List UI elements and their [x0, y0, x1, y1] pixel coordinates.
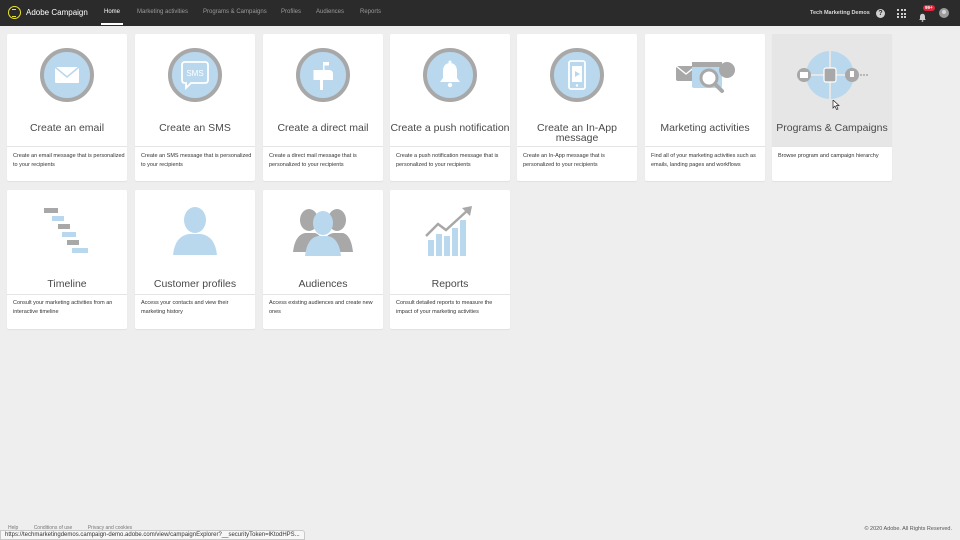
- notification-count-badge: 99+: [923, 5, 935, 11]
- card-title: Marketing activities: [660, 122, 750, 134]
- card-title: Create an In-App message: [517, 123, 637, 144]
- card-title: Create a push notification: [390, 122, 510, 134]
- card-create-push-notification[interactable]: Create a push notification Create a push…: [390, 34, 510, 181]
- card-customer-profiles[interactable]: Customer profiles Access your contacts a…: [135, 190, 255, 329]
- card-title: Create a direct mail: [277, 122, 369, 134]
- sms-icon-label: SMS: [186, 69, 203, 78]
- card-create-email[interactable]: Create an email Create an email message …: [7, 34, 127, 181]
- card-title-line-2: message: [555, 132, 599, 144]
- card-divider: [7, 294, 127, 295]
- card-divider: [263, 294, 383, 295]
- card-divider: [517, 146, 637, 147]
- card-title: Create an email: [29, 122, 105, 134]
- nav-audiences[interactable]: Audiences: [316, 9, 344, 15]
- card-description: Create a push notification message that …: [396, 153, 499, 168]
- card-divider: [135, 294, 255, 295]
- card-divider: [645, 146, 765, 147]
- card-title: Reports: [431, 278, 469, 290]
- organization-name[interactable]: Tech Marketing Demos: [810, 10, 870, 16]
- nav-profiles[interactable]: Profiles: [281, 9, 301, 15]
- user-avatar[interactable]: [939, 8, 949, 18]
- card-divider: [7, 146, 127, 147]
- card-create-in-app-message[interactable]: Create an In-App message Create an In-Ap…: [517, 34, 637, 181]
- browser-status-url: https://techmarketingdemos.campaign-demo…: [0, 530, 305, 540]
- help-icon[interactable]: ?: [876, 9, 885, 18]
- app-switcher-icon[interactable]: [897, 9, 906, 18]
- mouse-cursor-icon: [832, 100, 840, 110]
- card-divider: [772, 146, 892, 147]
- card-description: Create an email message that is personal…: [13, 153, 125, 168]
- card-description: Create a direct mail message that is per…: [269, 153, 357, 168]
- adobe-campaign-logo-icon[interactable]: [8, 6, 21, 19]
- card-create-direct-mail[interactable]: Create a direct mail Create a direct mai…: [263, 34, 383, 181]
- nav-programs-campaigns[interactable]: Programs & Campaigns: [203, 9, 267, 15]
- card-description: Access existing audiences and create new…: [269, 300, 373, 315]
- nav-marketing-activities[interactable]: Marketing activities: [137, 9, 188, 15]
- card-title: Create an SMS: [159, 122, 231, 134]
- card-audiences[interactable]: Audiences Access existing audiences and …: [263, 190, 383, 329]
- card-marketing-activities[interactable]: Marketing activities Find all of your ma…: [645, 34, 765, 181]
- card-reports[interactable]: Reports Consult detailed reports to meas…: [390, 190, 510, 329]
- card-description: Access your contacts and view their mark…: [141, 300, 229, 315]
- card-create-sms[interactable]: SMS Create an SMS Create an SMS message …: [135, 34, 255, 181]
- card-description: Consult detailed reports to measure the …: [396, 300, 493, 315]
- active-nav-indicator: [101, 23, 123, 25]
- card-divider: [263, 146, 383, 147]
- card-title: Timeline: [47, 278, 87, 290]
- card-description: Consult your marketing activities from a…: [13, 300, 113, 315]
- card-description: Browse program and campaign hierarchy: [778, 153, 879, 159]
- top-bar: Adobe Campaign Home Marketing activities…: [0, 0, 960, 26]
- card-title: Audiences: [298, 278, 348, 290]
- nav-reports[interactable]: Reports: [360, 9, 381, 15]
- card-description: Create an SMS message that is personaliz…: [141, 153, 252, 168]
- card-description: Find all of your marketing activities su…: [651, 153, 756, 168]
- card-description: Create an In-App message that is persona…: [523, 153, 605, 168]
- copyright-text: © 2020 Adobe. All Rights Reserved.: [864, 526, 952, 532]
- nav-home[interactable]: Home: [104, 9, 120, 15]
- card-timeline[interactable]: Timeline Consult your marketing activiti…: [7, 190, 127, 329]
- card-title: Customer profiles: [153, 278, 237, 290]
- card-title: Programs & Campaigns: [776, 122, 888, 134]
- card-divider: [390, 146, 510, 147]
- card-divider: [135, 146, 255, 147]
- card-divider: [390, 294, 510, 295]
- app-name[interactable]: Adobe Campaign: [26, 8, 88, 17]
